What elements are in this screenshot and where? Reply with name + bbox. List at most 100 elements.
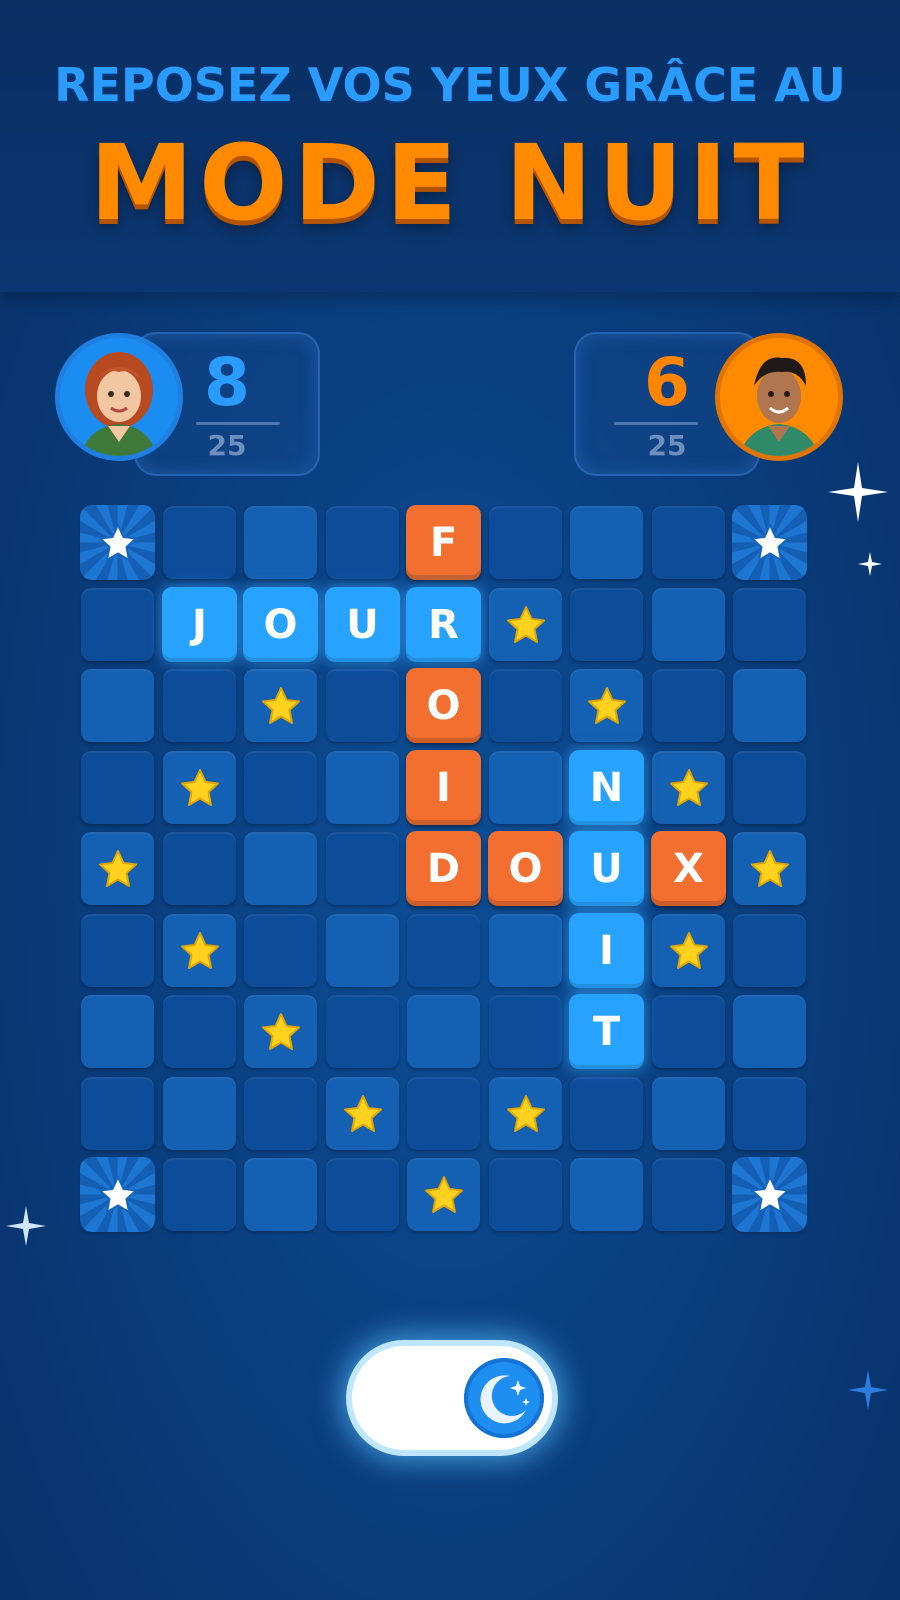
board-cell[interactable]: [163, 669, 236, 742]
board-cell[interactable]: [163, 832, 236, 905]
night-mode-toggle[interactable]: [352, 1346, 552, 1450]
board-cell[interactable]: [244, 751, 317, 824]
toggle-knob[interactable]: [464, 1358, 544, 1438]
board-cell[interactable]: [163, 506, 236, 579]
score-divider: [614, 422, 698, 425]
star-icon: [243, 994, 318, 1069]
letter-tile[interactable]: I: [406, 750, 481, 825]
bonus-star-icon: [98, 1175, 137, 1213]
bonus-corner-cell[interactable]: [732, 1157, 807, 1232]
man-avatar-icon: [720, 338, 838, 456]
bonus-star-icon: [98, 523, 137, 561]
board-cell[interactable]: [81, 588, 154, 661]
board-cell[interactable]: [733, 1077, 806, 1150]
sparkle-icon: [828, 462, 888, 522]
board-cell[interactable]: [733, 588, 806, 661]
star-icon: [488, 1076, 563, 1151]
board-cell[interactable]: [244, 1158, 317, 1231]
sparkle-icon: [6, 1206, 46, 1246]
board-cell[interactable]: [81, 914, 154, 987]
board-cell[interactable]: [489, 506, 562, 579]
star-icon: [80, 831, 155, 906]
sparkle-icon: [848, 1370, 888, 1410]
bonus-star-icon: [750, 523, 789, 561]
letter-tile[interactable]: N: [569, 750, 644, 825]
board-cell[interactable]: [326, 669, 399, 742]
letter-tile[interactable]: J: [162, 587, 237, 662]
board-cell[interactable]: [570, 1158, 643, 1231]
star-icon: [162, 913, 237, 988]
board-cell[interactable]: [326, 1158, 399, 1231]
board-cell[interactable]: [652, 1077, 725, 1150]
board-cell[interactable]: [489, 995, 562, 1068]
board-cell[interactable]: [652, 669, 725, 742]
letter-tile[interactable]: O: [243, 587, 318, 662]
woman-avatar-icon: [60, 338, 178, 456]
bonus-star-icon: [750, 1175, 789, 1213]
board-cell[interactable]: [326, 914, 399, 987]
board-cell[interactable]: [652, 1158, 725, 1231]
score-divider: [196, 422, 280, 425]
board-cell[interactable]: [326, 832, 399, 905]
board-cell[interactable]: [733, 669, 806, 742]
board-cell[interactable]: [652, 995, 725, 1068]
letter-tile[interactable]: D: [406, 831, 481, 906]
sparkle-icon: [858, 552, 882, 576]
board-cell[interactable]: [81, 751, 154, 824]
board-cell[interactable]: [733, 995, 806, 1068]
board-cell[interactable]: [326, 751, 399, 824]
star-icon: [406, 1157, 481, 1232]
star-icon: [651, 913, 726, 988]
headline-title: MODE NUIT: [89, 122, 811, 244]
board-cell[interactable]: [570, 588, 643, 661]
board-cell[interactable]: [244, 914, 317, 987]
board-cell[interactable]: [489, 751, 562, 824]
star-icon: [732, 831, 807, 906]
star-icon: [325, 1076, 400, 1151]
player-2-target: 25: [647, 429, 687, 462]
board-cell[interactable]: [244, 832, 317, 905]
game-board[interactable]: FJOUROINDOUXIT: [80, 505, 815, 1240]
letter-tile[interactable]: U: [569, 831, 644, 906]
letter-tile[interactable]: T: [569, 994, 644, 1069]
board-cell[interactable]: [570, 506, 643, 579]
board-cell[interactable]: [652, 588, 725, 661]
board-cell[interactable]: [326, 995, 399, 1068]
star-icon: [569, 668, 644, 743]
board-cell[interactable]: [733, 914, 806, 987]
letter-tile[interactable]: X: [651, 831, 726, 906]
board-cell[interactable]: [652, 506, 725, 579]
board-cell[interactable]: [163, 1077, 236, 1150]
board-cell[interactable]: [407, 1077, 480, 1150]
board-cell[interactable]: [733, 751, 806, 824]
letter-tile[interactable]: R: [406, 587, 481, 662]
board-cell[interactable]: [244, 1077, 317, 1150]
board-cell[interactable]: [244, 506, 317, 579]
player-1-avatar[interactable]: [60, 338, 178, 456]
board-cell[interactable]: [81, 1077, 154, 1150]
board-cell[interactable]: [489, 914, 562, 987]
board-cell[interactable]: [81, 995, 154, 1068]
board-cell[interactable]: [163, 1158, 236, 1231]
promo-header: REPOSEZ VOS YEUX GRÂCE AU MODE NUIT: [0, 0, 900, 292]
headline-subtitle: REPOSEZ VOS YEUX GRÂCE AU: [54, 58, 846, 112]
star-icon: [162, 750, 237, 825]
moon-icon: [480, 1375, 530, 1424]
board-cell[interactable]: [489, 1158, 562, 1231]
bonus-corner-cell[interactable]: [80, 1157, 155, 1232]
letter-tile[interactable]: U: [325, 587, 400, 662]
letter-tile[interactable]: O: [488, 831, 563, 906]
letter-tile[interactable]: O: [406, 668, 481, 743]
board-cell[interactable]: [326, 506, 399, 579]
bonus-corner-cell[interactable]: [732, 505, 807, 580]
letter-tile[interactable]: I: [569, 913, 644, 988]
board-cell[interactable]: [163, 995, 236, 1068]
bonus-corner-cell[interactable]: [80, 505, 155, 580]
board-cell[interactable]: [407, 995, 480, 1068]
board-cell[interactable]: [570, 1077, 643, 1150]
board-cell[interactable]: [81, 669, 154, 742]
board-cell[interactable]: [489, 669, 562, 742]
letter-tile[interactable]: F: [406, 505, 481, 580]
board-cell[interactable]: [407, 914, 480, 987]
player-2-avatar[interactable]: [720, 338, 838, 456]
